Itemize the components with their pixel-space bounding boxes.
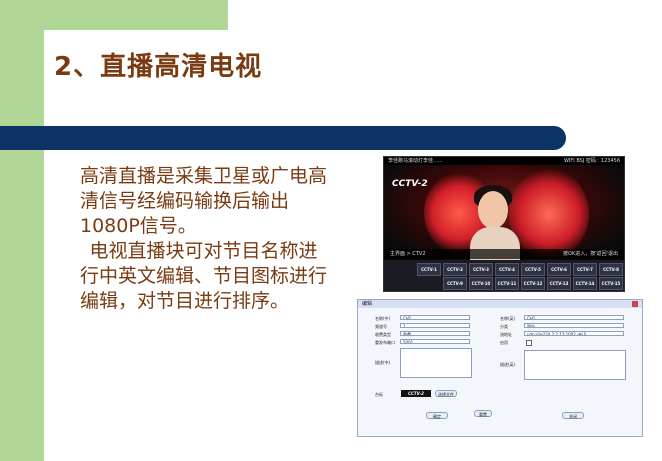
channel-tile[interactable]: CCTV-10: [469, 277, 493, 290]
label-channel-no: 频道号: [375, 324, 387, 329]
channel-tile[interactable]: CCTV-12: [521, 277, 545, 290]
label-multicast-port: 重发布端口: [375, 340, 395, 345]
name-cn-field[interactable]: CH1: [400, 315, 470, 320]
label-description-en: 描述(英): [500, 362, 516, 367]
channel-logo: CCTV-2: [392, 179, 428, 189]
top-accent-band: [0, 0, 228, 30]
ok-button[interactable]: 确定: [426, 412, 448, 419]
singer-face: [478, 191, 508, 229]
label-category: 分类: [500, 324, 508, 329]
channel-tile[interactable]: CCTV-2: [443, 263, 467, 276]
channel-tile[interactable]: CCTV-11: [495, 277, 519, 290]
label-enabled: 启用: [500, 340, 508, 345]
stream-url-field[interactable]: udp://@224.2.2.12:1002 -HLS: [524, 331, 624, 336]
red-feather-decoration: [509, 169, 589, 259]
label-name-cn: 名称(中): [375, 316, 391, 321]
tv-screenshot: 李佳跑马滚动灯李佳…… WIFI BSJ 密码：123456 CCTV-2 主界…: [383, 156, 625, 292]
reset-button[interactable]: 重置: [474, 410, 492, 417]
tv-video-frame: CCTV-2: [384, 165, 624, 262]
channel-tile[interactable]: CCTV-1: [417, 263, 441, 276]
channel-tile[interactable]: CCTV-6: [547, 263, 571, 276]
channel-tile[interactable]: CCTV-8: [599, 263, 623, 276]
edit-dialog-screenshot: 编辑 名称(中) CH1 频道号 1 收费类型 免费 重发布端口 5001 描述…: [357, 299, 643, 437]
channel-tile[interactable]: CCTV-4: [495, 263, 519, 276]
channel-tile[interactable]: CCTV-7: [573, 263, 597, 276]
slide-body: 高清直播是采集卫星或广电高清信号经编码输换后输出1080P信号。 电视直播块可对…: [80, 164, 330, 314]
tv-top-bar: 李佳跑马滚动灯李佳…… WIFI BSJ 密码：123456: [384, 157, 624, 165]
label-fee-type: 收费类型: [375, 332, 391, 337]
enabled-checkbox[interactable]: [526, 340, 532, 346]
paragraph-1: 高清直播是采集卫星或广电高清信号经编码输换后输出1080P信号。: [80, 165, 328, 237]
channel-tile[interactable]: CCTV-5: [521, 263, 545, 276]
label-stream-url: 流地址: [500, 332, 512, 337]
fee-type-select[interactable]: 免费: [400, 331, 470, 336]
label-icon: 台标: [375, 392, 383, 397]
cancel-button[interactable]: 关闭: [562, 412, 584, 419]
channel-strip: CCTV-1 CCTV-2 CCTV-3 CCTV-4 CCTV-5 CCTV-…: [384, 260, 624, 291]
name-en-field[interactable]: CH1: [524, 315, 624, 320]
dialog-title-bar: 编辑: [358, 300, 642, 308]
description-en-textarea[interactable]: [524, 350, 626, 380]
channel-tile[interactable]: CCTV-15: [599, 277, 623, 290]
channel-tile[interactable]: CCTV-3: [469, 263, 493, 276]
left-accent-band: [0, 0, 44, 461]
label-name-en: 名称(英): [500, 316, 516, 321]
channel-no-field[interactable]: 1: [400, 323, 470, 328]
slide-title: 2、直播高清电视: [54, 52, 263, 82]
close-icon[interactable]: [632, 301, 638, 307]
multicast-port-field[interactable]: 5001: [400, 339, 470, 344]
tv-top-left-text: 李佳跑马滚动灯李佳……: [388, 158, 444, 164]
description-cn-textarea[interactable]: [400, 348, 472, 378]
tv-top-right-text: WIFI BSJ 密码：123456: [563, 158, 620, 164]
dialog-title: 编辑: [362, 301, 373, 307]
label-description-cn: 描述(中): [375, 360, 391, 365]
choose-file-button[interactable]: 选择文件: [435, 390, 457, 397]
channel-icon-preview: CCTV-2: [401, 390, 431, 397]
divider-bar: [0, 126, 566, 150]
paragraph-2: 电视直播块可对节目名称进行中英文编辑、节目图标进行编辑，对节目进行排序。: [80, 240, 328, 312]
category-select[interactable]: 国内: [524, 323, 624, 328]
channel-tile[interactable]: CCTV-9: [443, 277, 467, 290]
tv-nav-breadcrumb: 主界面 > CTV2: [390, 251, 426, 257]
tv-nav-hint: 按OK进入，按'返回'退出: [563, 251, 618, 257]
tv-nav-bar: 主界面 > CTV2 按OK进入，按'返回'退出: [384, 249, 624, 259]
channel-tile[interactable]: CCTV-14: [573, 277, 597, 290]
channel-tile[interactable]: CCTV-13: [547, 277, 571, 290]
